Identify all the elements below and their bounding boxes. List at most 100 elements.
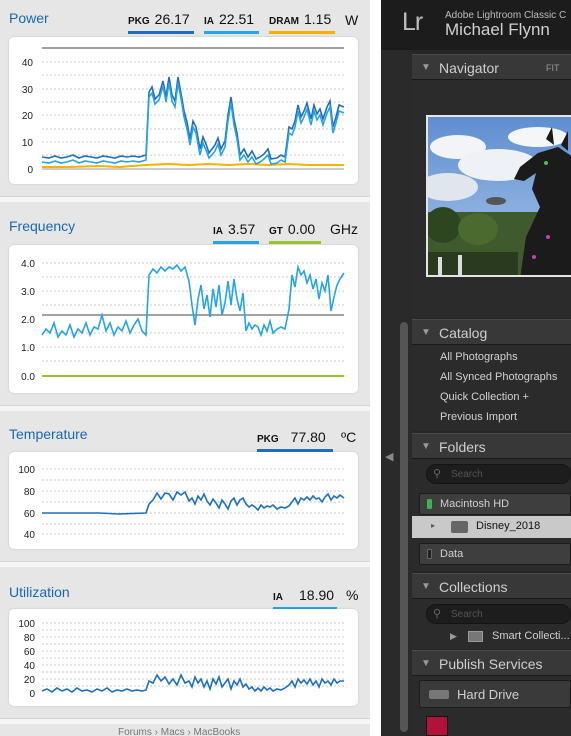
catalog-item-all-photographs[interactable]: All Photographs [440,351,518,363]
power-ytick: 40 [22,58,34,69]
hard-drive-icon [429,690,449,699]
utilization-ytick: 20 [24,675,36,686]
panel-separator [0,718,370,724]
frequency-ia-label: IA [213,226,223,237]
frequency-gt-label: GT [269,226,283,237]
temperature-ytick: 60 [24,509,36,520]
smart-collection-name: Smart Collecti... [492,630,570,642]
utilization-ytick: 0 [29,689,35,700]
frequency-ytick: 2.0 [21,315,35,326]
publish-hard-drive[interactable]: Hard Drive [419,680,571,708]
frequency-ia-line [41,263,345,340]
lightroom-logo: Lr [402,8,423,36]
search-icon: ⚲ [433,608,442,620]
publish-services-title: Publish Services [439,656,543,672]
folders-search-input[interactable]: ⚲ Search [426,464,571,484]
power-panel-title: Power [9,10,49,26]
catalog-item-all-synced[interactable]: All Synced Photographs [440,371,557,383]
volume-name: Macintosh HD [440,498,510,510]
frequency-gt-underline [269,241,321,244]
frequency-ytick: 1.0 [21,343,35,354]
frequency-ia-underline [213,241,259,244]
catalog-title: Catalog [439,325,488,341]
utilization-panel-title: Utilization [9,584,70,600]
folders-panel-header[interactable]: ▼ Folders [412,433,571,459]
publish-services-panel-header[interactable]: ▼ Publish Services [412,650,571,676]
collapse-triangle-icon: ▼ [421,658,431,669]
expand-triangle-icon: ▶ [450,631,457,641]
power-ia-underline [204,31,259,34]
power-chart: 40 30 20 10 0 [22,47,345,176]
power-pkg-underline [128,31,194,34]
temperature-chart-card: 100 80 60 40 [9,452,358,549]
frequency-ytick: 0.0 [21,372,35,383]
power-gadget-window: Power PKG 26.17 IA 22.51 DRAM 1.15 W 40 30 … [0,0,370,736]
folders-search-placeholder: Search [451,469,483,480]
folder-disney-2018[interactable]: ▸ Disney_2018 [412,516,571,538]
utilization-ytick: 60 [24,647,36,658]
power-dram-line [42,162,344,169]
temperature-ytick: 80 [24,487,36,498]
frequency-gt-value: 0.00 [287,221,316,237]
power-chart-card: 40 30 20 10 0 [9,37,358,184]
utilization-ia-label: IA [273,592,283,603]
utilization-ia-value: 18.90 [299,587,335,603]
frequency-ytick: 4.0 [21,259,35,270]
frequency-chart-card: 4.0 3.0 2.0 1.0 0.0 [9,245,358,393]
collapse-triangle-icon: ▼ [421,581,431,592]
collapse-left-panel-icon[interactable]: ◀ [385,450,393,463]
catalog-item-previous-import[interactable]: Previous Import [440,411,517,423]
utilization-chart: 100 80 60 40 20 0 [18,619,344,700]
navigator-preview-image[interactable] [426,115,571,277]
frequency-chart: 4.0 3.0 2.0 1.0 0.0 [21,259,345,383]
collections-search-input[interactable]: ⚲ Search [426,604,571,624]
temperature-panel-title: Temperature [9,426,88,442]
volume-status-led [427,549,432,559]
search-icon: ⚲ [433,468,442,480]
temperature-pkg-metric: PKG 77.80 [257,429,333,452]
power-ytick: 0 [27,165,33,176]
window-divider [370,0,381,736]
volume-macintosh-hd[interactable]: Macintosh HD [419,493,571,515]
collapse-triangle-icon: ▼ [421,62,431,73]
navigator-panel-header[interactable]: ▼ Navigator FIT [412,54,571,80]
collections-panel-header[interactable]: ▼ Collections [412,573,571,599]
frequency-ia-value: 3.57 [228,221,256,237]
temperature-pkg-value: 77.80 [290,429,326,445]
power-ia-value: 22.51 [219,11,255,27]
disclosure-dots-icon: ▸ [431,521,436,530]
publish-service-icon[interactable] [426,716,448,736]
volume-name: Data [440,548,464,560]
power-unit: W [345,12,359,28]
catalog-panel-header[interactable]: ▼ Catalog [412,319,571,345]
frequency-unit: GHz [330,221,358,237]
navigator-fit-option[interactable]: FIT [546,63,560,73]
dragon-photo [428,117,571,275]
folders-title: Folders [439,439,486,455]
temperature-unit: ºC [341,429,357,445]
folder-icon [451,521,468,533]
power-ia-label: IA [204,16,214,27]
power-dram-label: DRAM [269,16,299,27]
power-dram-underline [269,31,335,34]
power-pkg-metric: PKG 26.17 [128,11,194,34]
power-ytick: 10 [22,138,34,149]
power-dram-metric: DRAM 1.15 [269,11,335,34]
utilization-ia-line [41,673,344,693]
folder-name: Disney_2018 [476,520,541,532]
utilization-ytick: 80 [24,633,36,644]
background-breadcrumb: Forums › Macs › MacBooks [118,727,241,736]
temperature-chart: 100 80 60 40 [18,465,345,541]
publish-service-name: Hard Drive [457,687,520,702]
power-ia-metric: IA 22.51 [204,11,259,34]
frequency-gt-metric: GT 0.00 [269,221,321,244]
lightroom-window: Lr Adobe Lightroom Classic C Michael Fly… [381,0,571,736]
utilization-unit: % [346,587,359,603]
smart-collection-set[interactable]: ▶ Smart Collecti... [412,628,571,646]
collapse-triangle-icon: ▼ [421,441,431,452]
power-pkg-label: PKG [128,16,150,27]
catalog-item-quick-collection[interactable]: Quick Collection + [440,391,529,403]
temperature-pkg-label: PKG [257,434,279,445]
left-panel-scrollbar[interactable] [400,322,408,732]
volume-data[interactable]: Data [419,543,571,565]
